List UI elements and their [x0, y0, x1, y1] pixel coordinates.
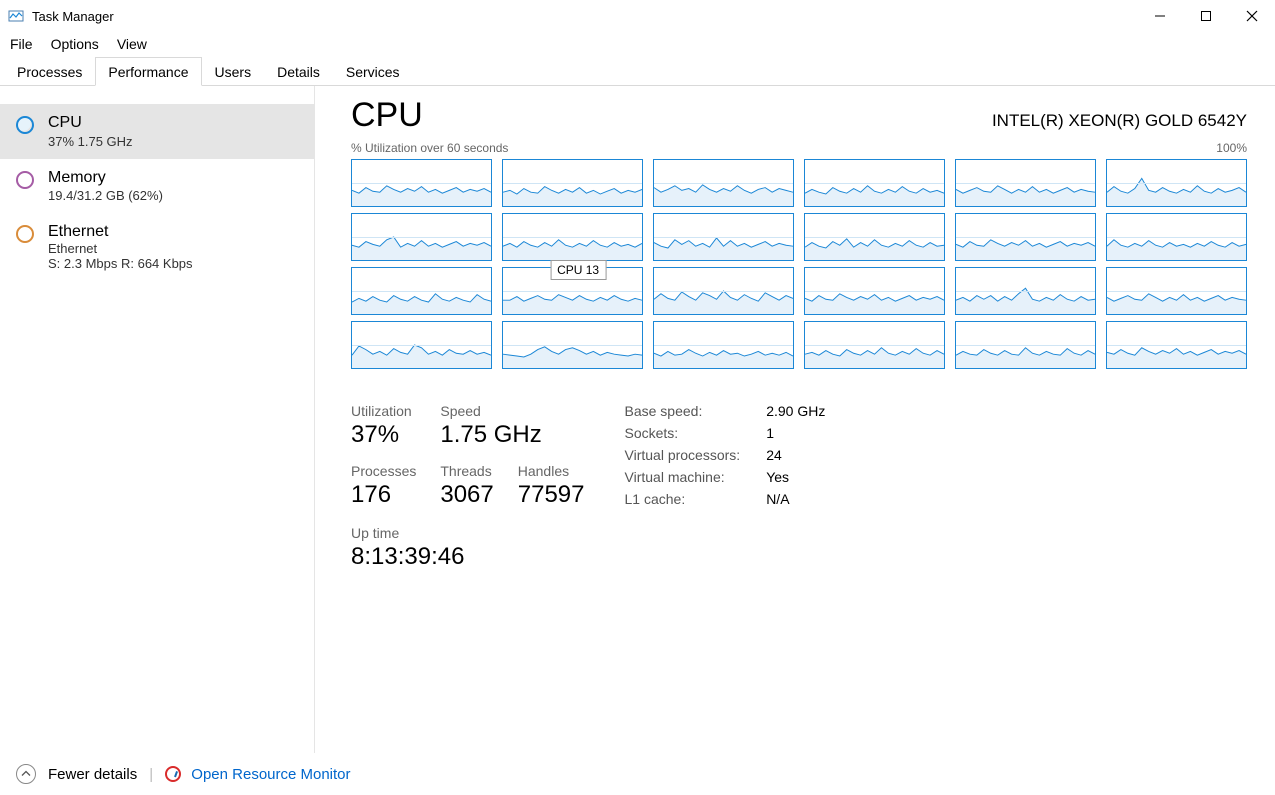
stat-val-3: Yes	[766, 469, 825, 485]
sidebar-item-cpu[interactable]: CPU 37% 1.75 GHz	[0, 104, 314, 159]
cpu-chart-13[interactable]: CPU 13	[502, 267, 643, 315]
processes-label: Processes	[351, 463, 416, 479]
sidebar-cpu-title: CPU	[48, 114, 133, 132]
open-resource-monitor-link[interactable]: Open Resource Monitor	[165, 766, 350, 783]
footer-divider: |	[149, 766, 153, 783]
stat-key-0: Base speed:	[625, 403, 741, 419]
cpu-chart-0[interactable]	[351, 159, 492, 207]
sidebar-eth-sub2: S: 2.3 Mbps R: 664 Kbps	[48, 256, 193, 271]
stat-val-0: 2.90 GHz	[766, 403, 825, 419]
sidebar-item-ethernet[interactable]: Ethernet Ethernet S: 2.3 Mbps R: 664 Kbp…	[0, 213, 314, 281]
cpu-chart-6[interactable]	[351, 213, 492, 261]
stat-key-2: Virtual processors:	[625, 447, 741, 463]
cpu-chart-5[interactable]	[1106, 159, 1247, 207]
sidebar-eth-sub1: Ethernet	[48, 241, 193, 256]
tab-users[interactable]: Users	[202, 57, 265, 85]
threads-label: Threads	[440, 463, 493, 479]
menu-file[interactable]: File	[10, 36, 33, 52]
cpu-chart-10[interactable]	[955, 213, 1096, 261]
cpu-chart-11[interactable]	[1106, 213, 1247, 261]
tab-strip: Processes Performance Users Details Serv…	[0, 56, 1275, 86]
sidebar-item-memory[interactable]: Memory 19.4/31.2 GB (62%)	[0, 159, 314, 214]
page-title: CPU	[351, 96, 423, 135]
close-button[interactable]	[1229, 0, 1275, 32]
cpu-chart-9[interactable]	[804, 213, 945, 261]
uptime-value: 8:13:39:46	[351, 543, 585, 571]
uptime-label: Up time	[351, 525, 585, 541]
stat-key-1: Sockets:	[625, 425, 741, 441]
open-resource-monitor-label: Open Resource Monitor	[191, 766, 350, 783]
sidebar-memory-sub: 19.4/31.2 GB (62%)	[48, 188, 163, 203]
stat-val-1: 1	[766, 425, 825, 441]
utilization-value: 37%	[351, 421, 416, 449]
sidebar-cpu-sub: 37% 1.75 GHz	[48, 134, 133, 149]
cpu-chart-7[interactable]	[502, 213, 643, 261]
utilization-label: Utilization	[351, 403, 416, 419]
content-area: CPU 37% 1.75 GHz Memory 19.4/31.2 GB (62…	[0, 86, 1275, 753]
sidebar-memory-title: Memory	[48, 169, 163, 187]
cpu-chart-3[interactable]	[804, 159, 945, 207]
handles-label: Handles	[518, 463, 585, 479]
cpu-chart-20[interactable]	[653, 321, 794, 369]
chevron-up-icon[interactable]	[16, 764, 36, 784]
cpu-model: INTEL(R) XEON(R) GOLD 6542Y	[992, 111, 1247, 131]
cpu-chart-18[interactable]	[351, 321, 492, 369]
cpu-chart-16[interactable]	[955, 267, 1096, 315]
chart-caption-left: % Utilization over 60 seconds	[351, 141, 508, 155]
chart-caption-right: 100%	[1216, 141, 1247, 155]
cpu-chart-19[interactable]	[502, 321, 643, 369]
cpu-chart-14[interactable]	[653, 267, 794, 315]
tab-performance[interactable]: Performance	[95, 57, 201, 86]
cpu-chart-23[interactable]	[1106, 321, 1247, 369]
cpu-chart-22[interactable]	[955, 321, 1096, 369]
cpu-chart-15[interactable]	[804, 267, 945, 315]
memory-ring-icon	[16, 171, 34, 189]
app-icon	[8, 8, 24, 24]
stat-key-3: Virtual machine:	[625, 469, 741, 485]
window-title: Task Manager	[32, 9, 114, 24]
tab-details[interactable]: Details	[264, 57, 333, 85]
cpu-chart-21[interactable]	[804, 321, 945, 369]
performance-sidebar: CPU 37% 1.75 GHz Memory 19.4/31.2 GB (62…	[0, 86, 315, 753]
cpu-chart-12[interactable]	[351, 267, 492, 315]
titlebar: Task Manager	[0, 0, 1275, 32]
window-controls	[1137, 0, 1275, 32]
menu-options[interactable]: Options	[51, 36, 99, 52]
threads-value: 3067	[440, 481, 493, 509]
ethernet-ring-icon	[16, 225, 34, 243]
cpu-chart-8[interactable]	[653, 213, 794, 261]
tab-services[interactable]: Services	[333, 57, 413, 85]
main-pane: CPU INTEL(R) XEON(R) GOLD 6542Y % Utiliz…	[315, 86, 1275, 753]
stat-key-4: L1 cache:	[625, 491, 741, 507]
cpu-chart-1[interactable]	[502, 159, 643, 207]
processes-value: 176	[351, 481, 416, 509]
minimize-button[interactable]	[1137, 0, 1183, 32]
sidebar-eth-title: Ethernet	[48, 223, 193, 241]
stat-val-4: N/A	[766, 491, 825, 507]
cpu-chart-2[interactable]	[653, 159, 794, 207]
resource-monitor-icon	[165, 766, 181, 782]
fewer-details-link[interactable]: Fewer details	[48, 766, 137, 783]
maximize-button[interactable]	[1183, 0, 1229, 32]
cpu-chart-4[interactable]	[955, 159, 1096, 207]
cpu-chart-17[interactable]	[1106, 267, 1247, 315]
tab-processes[interactable]: Processes	[4, 57, 95, 85]
speed-value: 1.75 GHz	[440, 421, 584, 449]
stats-right: Base speed: 2.90 GHz Sockets: 1 Virtual proc…	[625, 403, 826, 571]
cpu-ring-icon	[16, 116, 34, 134]
menu-bar: File Options View	[0, 32, 1275, 56]
stats-block: Utilization Speed 37% 1.75 GHz Processes…	[351, 403, 1247, 571]
footer-bar: Fewer details | Open Resource Monitor	[0, 753, 1275, 795]
handles-value: 77597	[518, 481, 585, 509]
cpu-tooltip: CPU 13	[550, 260, 606, 280]
speed-label: Speed	[440, 403, 493, 419]
menu-view[interactable]: View	[117, 36, 147, 52]
cpu-chart-grid[interactable]: CPU 13	[351, 159, 1247, 369]
stat-val-2: 24	[766, 447, 825, 463]
